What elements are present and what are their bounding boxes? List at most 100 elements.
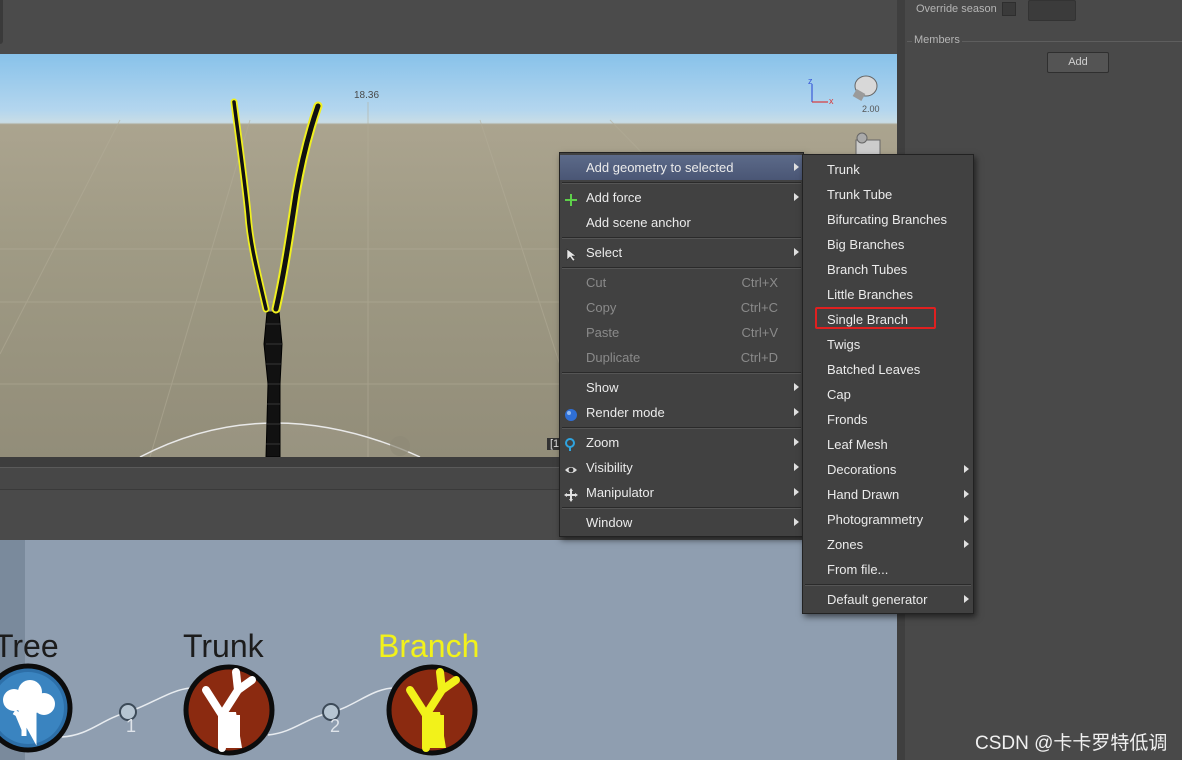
menu-item-label: Select	[586, 245, 623, 260]
trunk-node-icon	[183, 664, 275, 756]
menu-separator	[562, 267, 801, 269]
submenu-item-from-file[interactable]: From file...	[803, 557, 973, 582]
submenu-item-label: Hand Drawn	[827, 487, 900, 502]
menu-item-zoom[interactable]: Zoom	[560, 430, 803, 455]
members-label: Members	[912, 34, 962, 46]
menu-item-cut[interactable]: Cut Ctrl+X	[560, 270, 803, 295]
submenu-item-leaf-mesh[interactable]: Leaf Mesh	[803, 432, 973, 457]
menu-separator	[562, 237, 801, 239]
submenu-item-decorations[interactable]: Decorations	[803, 457, 973, 482]
eye-icon	[564, 460, 578, 474]
shortcut-label: Ctrl+D	[740, 350, 778, 365]
menu-item-visibility[interactable]: Visibility	[560, 455, 803, 480]
submenu-item-label: Little Branches	[827, 287, 913, 302]
menu-item-label: Cut	[586, 275, 607, 290]
submenu-arrow-icon	[794, 438, 799, 446]
override-season-checkbox[interactable]	[1002, 2, 1016, 16]
submenu-item-label: Photogrammetry	[827, 512, 924, 527]
submenu-item-trunk-tube[interactable]: Trunk Tube	[803, 182, 973, 207]
connector-number-2: 2	[330, 716, 341, 736]
menu-separator	[562, 427, 801, 429]
camera-icon	[855, 132, 881, 157]
tab-edge	[0, 0, 3, 44]
submenu-item-photogrammetry[interactable]: Photogrammetry	[803, 507, 973, 532]
submenu-item-fronds[interactable]: Fronds	[803, 407, 973, 432]
submenu-item-bifurcating-branches[interactable]: Bifurcating Branches	[803, 207, 973, 232]
menu-item-label: Show	[586, 380, 619, 395]
menu-item-copy[interactable]: Copy Ctrl+C	[560, 295, 803, 320]
menu-item-label: Add geometry to selected	[586, 160, 734, 175]
watermark: CSDN @卡卡罗特低调	[975, 733, 1168, 754]
add-member-button[interactable]: Add	[1047, 52, 1109, 73]
submenu-item-zones[interactable]: Zones	[803, 532, 973, 557]
shortcut-label: Ctrl+C	[740, 300, 778, 315]
submenu-arrow-icon	[794, 193, 799, 201]
shortcut-label: Ctrl+V	[741, 325, 778, 340]
light-intensity-readout: 2.00	[862, 104, 880, 114]
menu-item-add-scene-anchor[interactable]: Add scene anchor	[560, 210, 803, 235]
submenu-arrow-icon	[964, 595, 969, 603]
height-readout: 18.36	[354, 90, 380, 101]
tree-node-icon	[0, 663, 73, 753]
menu-item-label: Manipulator	[586, 485, 654, 500]
submenu-item-label: Fronds	[827, 412, 868, 427]
submenu-arrow-icon	[964, 490, 969, 498]
submenu-arrow-icon	[964, 540, 969, 548]
submenu-arrow-icon	[964, 515, 969, 523]
submenu-arrow-icon	[794, 383, 799, 391]
submenu-item-default-generator[interactable]: Default generator	[803, 587, 973, 612]
generator-node-editor[interactable]: Tree Trunk Branch 1 2	[0, 540, 897, 760]
menu-item-select[interactable]: Select	[560, 240, 803, 265]
submenu-item-label: Batched Leaves	[827, 362, 921, 377]
axis-z-label: z	[808, 76, 813, 86]
node-label-branch[interactable]: Branch	[378, 628, 479, 665]
submenu-item-label: Big Branches	[827, 237, 905, 252]
season-field[interactable]	[1028, 0, 1076, 21]
submenu-item-trunk[interactable]: Trunk	[803, 157, 973, 182]
magnifier-icon	[564, 435, 578, 451]
menu-item-show[interactable]: Show	[560, 375, 803, 400]
context-menu: Add geometry to selected Add force Add s…	[559, 152, 804, 537]
submenu-arrow-icon	[794, 488, 799, 496]
submenu-item-batched-leaves[interactable]: Batched Leaves	[803, 357, 973, 382]
branch-node-icon	[386, 664, 478, 756]
menu-item-label: Copy	[586, 300, 617, 315]
menu-item-duplicate[interactable]: Duplicate Ctrl+D	[560, 345, 803, 370]
submenu-item-little-branches[interactable]: Little Branches	[803, 282, 973, 307]
submenu-item-label: Decorations	[827, 462, 897, 477]
menu-item-add-force[interactable]: Add force	[560, 185, 803, 210]
submenu-item-label: Zones	[827, 537, 864, 552]
axis-gizmo	[811, 84, 828, 103]
submenu-arrow-icon	[794, 518, 799, 526]
submenu-item-twigs[interactable]: Twigs	[803, 332, 973, 357]
menu-separator	[562, 507, 801, 509]
menu-item-render-mode[interactable]: Render mode	[560, 400, 803, 425]
submenu-item-cap[interactable]: Cap	[803, 382, 973, 407]
submenu-arrow-icon	[964, 465, 969, 473]
menu-item-window[interactable]: Window	[560, 510, 803, 535]
node-label-trunk[interactable]: Trunk	[183, 628, 264, 665]
menu-item-paste[interactable]: Paste Ctrl+V	[560, 320, 803, 345]
menu-item-add-geometry[interactable]: Add geometry to selected	[560, 155, 803, 180]
menu-separator	[562, 182, 801, 184]
submenu-item-big-branches[interactable]: Big Branches	[803, 232, 973, 257]
menu-item-manipulator[interactable]: Manipulator	[560, 480, 803, 505]
submenu-item-label: Twigs	[827, 337, 861, 352]
plus-icon	[564, 190, 578, 206]
menu-item-label: Add force	[586, 190, 642, 205]
submenu-arrow-icon	[794, 463, 799, 471]
menu-item-label: Render mode	[586, 405, 665, 420]
submenu-item-label: Bifurcating Branches	[827, 212, 947, 227]
node-label-tree[interactable]: Tree	[0, 628, 59, 665]
submenu-arrow-icon	[794, 408, 799, 416]
submenu-item-hand-drawn[interactable]: Hand Drawn	[803, 482, 973, 507]
submenu-item-branch-tubes[interactable]: Branch Tubes	[803, 257, 973, 282]
menu-item-label: Paste	[586, 325, 620, 340]
submenu-item-label: Branch Tubes	[827, 262, 908, 277]
top-toolbar	[0, 0, 897, 54]
menu-item-label: Duplicate	[586, 350, 641, 365]
highlight-annotation-box	[815, 307, 936, 329]
menu-item-label: Add scene anchor	[586, 215, 691, 230]
connector-number-1: 1	[126, 716, 137, 736]
manipulator-knob	[390, 436, 410, 456]
